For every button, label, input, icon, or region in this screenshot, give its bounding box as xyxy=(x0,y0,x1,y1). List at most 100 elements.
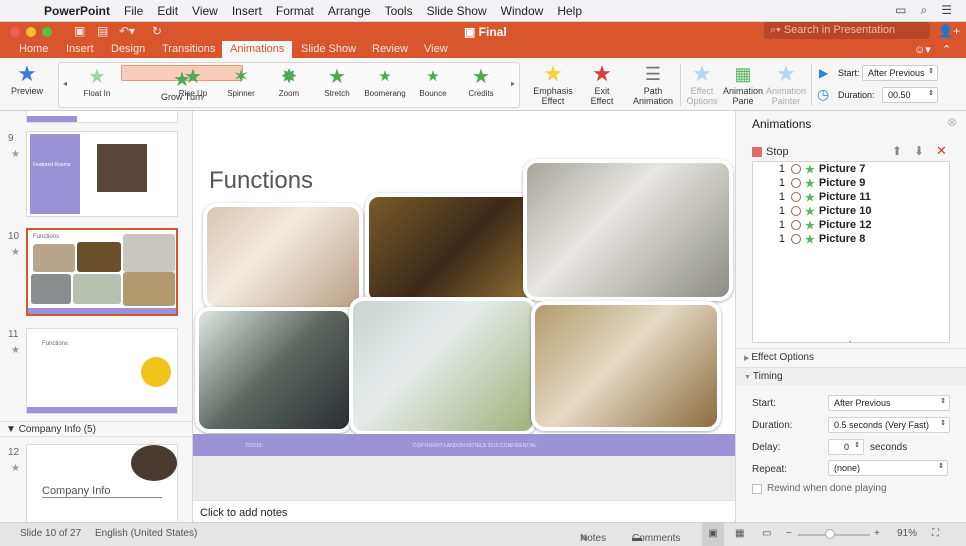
emphasis-effect-button[interactable]: ★ Emphasis Effect xyxy=(530,62,576,107)
slide-thumbnail-12[interactable]: Company Info xyxy=(26,444,178,522)
animation-list-item[interactable]: 1 ★ Picture 8 xyxy=(753,232,949,246)
effect-rise-up[interactable]: ★ Rise Up xyxy=(169,65,217,105)
slide-thumbnail-9[interactable]: Featured Rooms xyxy=(26,131,178,217)
menu-help[interactable]: Help xyxy=(557,4,582,18)
save-icon[interactable]: ▤ xyxy=(97,24,108,38)
slide-canvas[interactable]: Functions 7/22/15 COPYRIGHT LANDON HOTEL… xyxy=(193,111,735,456)
effect-credits[interactable]: ★ Credits xyxy=(457,65,505,105)
animation-list-item[interactable]: 1 ★ Picture 9 xyxy=(753,176,949,190)
tab-slide-show[interactable]: Slide Show xyxy=(301,42,356,58)
effect-float-in[interactable]: ★ Float In xyxy=(73,65,121,105)
picture-chefs[interactable] xyxy=(523,159,733,301)
tab-design[interactable]: Design xyxy=(111,42,145,58)
feedback-smiley-icon[interactable]: ☺▾ xyxy=(914,42,931,58)
remove-x-icon[interactable]: ✕ xyxy=(936,143,947,159)
menu-insert[interactable]: Insert xyxy=(232,4,262,18)
menu-format[interactable]: Format xyxy=(276,4,314,18)
normal-view-button[interactable]: ▣ xyxy=(702,523,724,546)
search-input[interactable]: ⌕▾ Search in Presentation xyxy=(764,22,930,39)
resize-handle-icon[interactable]: • xyxy=(849,340,851,346)
menu-app[interactable]: PowerPoint xyxy=(44,4,110,18)
duration-stepper[interactable]: 00.50 ⇕ xyxy=(882,87,938,103)
effect-options-button[interactable]: ★ Effect Options xyxy=(684,62,720,107)
gallery-scroll-right-icon[interactable]: ▸ xyxy=(511,79,515,88)
section-header-company-info[interactable]: ▼ Company Info (5) xyxy=(0,421,192,437)
picture-bridesmaids[interactable] xyxy=(203,203,363,311)
timing-duration-select[interactable]: 0.5 seconds (Very Fast) ⇕ xyxy=(828,417,950,433)
share-person-icon[interactable]: 👤+ xyxy=(938,24,960,38)
maximize-window-button[interactable] xyxy=(42,27,52,37)
animation-list-item[interactable]: 1 ★ Picture 7 xyxy=(753,162,949,176)
menu-file[interactable]: File xyxy=(124,4,143,18)
exit-effect-button[interactable]: ★ Exit Effect xyxy=(584,62,620,107)
effect-boomerang[interactable]: ★ Boomerang xyxy=(361,65,409,105)
move-down-arrow-icon[interactable]: ⬇ xyxy=(914,144,924,158)
menu-view[interactable]: View xyxy=(192,4,218,18)
start-select[interactable]: After Previous ⇕ xyxy=(862,65,938,81)
tab-animations[interactable]: Animations xyxy=(222,41,293,59)
picture-business-meeting[interactable] xyxy=(195,307,353,433)
zoom-out-button[interactable]: − xyxy=(786,528,792,539)
airplay-icon[interactable]: ▭ xyxy=(895,3,906,18)
redo-icon[interactable]: ↻ xyxy=(152,24,162,38)
checkbox-box[interactable] xyxy=(752,483,762,494)
zoom-slider-thumb[interactable] xyxy=(825,529,836,539)
menu-window[interactable]: Window xyxy=(501,4,544,18)
effect-zoom[interactable]: ✸ Zoom xyxy=(265,65,313,105)
zoom-in-button[interactable]: + xyxy=(874,528,880,539)
effect-options-section[interactable]: ▶ Effect Options xyxy=(736,348,966,366)
slide-sorter-view-button[interactable]: ▦ xyxy=(735,528,744,539)
tab-transitions[interactable]: Transitions xyxy=(162,42,215,58)
section-collapse-icon[interactable]: ▼ xyxy=(6,424,19,435)
timing-start-select[interactable]: After Previous ⇕ xyxy=(828,395,950,411)
language-indicator[interactable]: English (United States) xyxy=(95,528,197,539)
picture-banquet-table[interactable] xyxy=(349,297,537,435)
animation-painter-button[interactable]: ★ Animation Painter xyxy=(765,62,807,107)
animation-pane-button[interactable]: ▦ Animation Pane xyxy=(722,62,764,106)
minimize-window-button[interactable] xyxy=(26,27,36,37)
path-animation-button[interactable]: ☰ Path Animation xyxy=(630,62,676,106)
picture-buffet[interactable] xyxy=(531,301,721,431)
spotlight-search-icon[interactable]: ⌕ xyxy=(921,3,928,18)
animation-list-item[interactable]: 1 ★ Picture 10 xyxy=(753,204,949,218)
slide-thumbnail-8[interactable] xyxy=(26,111,178,123)
timing-delay-stepper[interactable]: 0 ⇕ xyxy=(828,439,864,455)
fit-to-window-icon[interactable]: ⛶ xyxy=(932,528,939,539)
close-window-button[interactable] xyxy=(10,27,20,37)
timing-section[interactable]: ▼ Timing xyxy=(736,367,966,385)
stop-button[interactable]: Stop xyxy=(752,146,789,158)
slide-thumbnail-11[interactable]: Functions xyxy=(26,328,178,414)
menu-edit[interactable]: Edit xyxy=(157,4,178,18)
slide-thumbnail-10[interactable]: Functions xyxy=(26,228,178,316)
effect-bounce[interactable]: ★ Bounce xyxy=(409,65,457,105)
animation-list-item[interactable]: 1 ★ Picture 11 xyxy=(753,190,949,204)
stepper-arrows-icon[interactable]: ⇕ xyxy=(928,89,934,97)
zoom-percentage[interactable]: 91% xyxy=(897,528,917,539)
sidebar-toggle-icon[interactable]: ▣ xyxy=(74,24,85,38)
close-pane-icon[interactable]: ⊗ xyxy=(947,115,957,129)
slide-thumbnails-panel[interactable]: 9 ★ Featured Rooms 10 ★ Functions 11 ★ F… xyxy=(0,111,193,522)
tab-review[interactable]: Review xyxy=(372,42,408,58)
slide-show-view-button[interactable]: ▭ xyxy=(762,528,771,539)
notes-area[interactable]: Click to add notes xyxy=(193,500,735,522)
undo-icon[interactable]: ↶▾ xyxy=(119,24,135,38)
preview-button[interactable]: ★ Preview xyxy=(8,62,46,97)
thumbnail-photo xyxy=(97,144,147,192)
effect-spinner[interactable]: ✶ Spinner xyxy=(217,65,265,105)
tab-view[interactable]: View xyxy=(424,42,448,58)
stepper-arrows-icon[interactable]: ⇕ xyxy=(854,441,860,449)
gallery-scroll-left-icon[interactable]: ◂ xyxy=(63,79,67,88)
rewind-checkbox[interactable]: Rewind when done playing xyxy=(752,483,887,494)
tab-insert[interactable]: Insert xyxy=(66,42,94,58)
effect-stretch[interactable]: ★ Stretch xyxy=(313,65,361,105)
collapse-ribbon-icon[interactable]: ⌃ xyxy=(942,42,951,58)
move-up-arrow-icon[interactable]: ⬆ xyxy=(892,144,902,158)
tab-home[interactable]: Home xyxy=(19,42,48,58)
animation-list-item[interactable]: 1 ★ Picture 12 xyxy=(753,218,949,232)
slide-title[interactable]: Functions xyxy=(209,167,313,195)
timing-repeat-select[interactable]: (none) ⇕ xyxy=(828,460,948,476)
menu-arrange[interactable]: Arrange xyxy=(328,4,371,18)
menu-slide-show[interactable]: Slide Show xyxy=(427,4,487,18)
menu-tools[interactable]: Tools xyxy=(385,4,413,18)
notification-list-icon[interactable]: ☰ xyxy=(941,3,952,18)
